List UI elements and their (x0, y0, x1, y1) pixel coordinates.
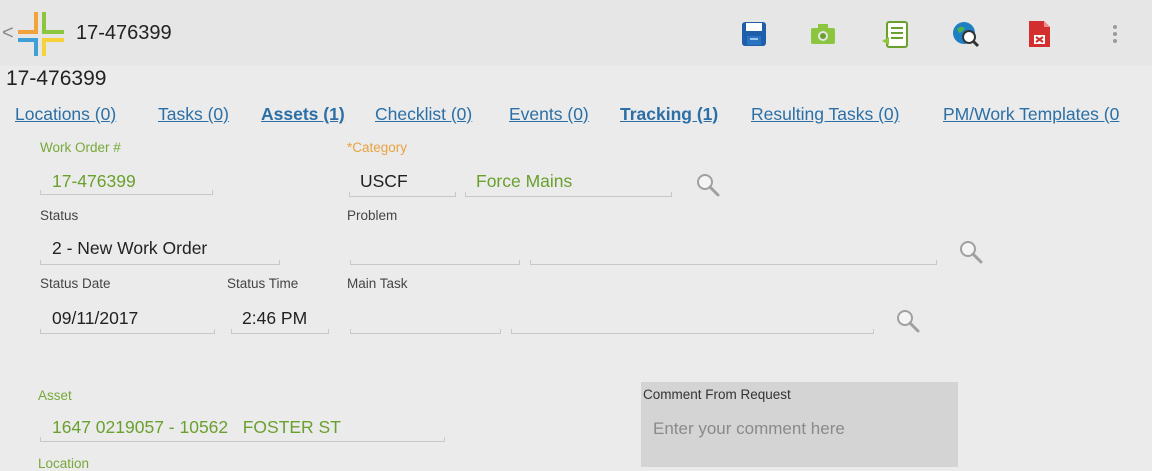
status-date-field[interactable]: 09/11/2017 (52, 308, 138, 329)
tab-tasks[interactable]: Tasks (0) (158, 104, 229, 125)
status-date-label: Status Date (40, 276, 111, 291)
main-task-desc-underline (511, 329, 874, 334)
category-search-icon[interactable] (694, 171, 722, 199)
main-task-code-underline (350, 329, 501, 334)
overflow-menu-icon[interactable] (1108, 22, 1122, 48)
category-label: *Category (347, 140, 408, 155)
category-code-field[interactable]: USCF (360, 171, 408, 192)
main-task-search-icon[interactable] (894, 307, 922, 335)
tab-tracking[interactable]: Tracking (1) (620, 104, 718, 125)
tab-assets[interactable]: Assets (1) (261, 104, 345, 125)
problem-search-icon[interactable] (957, 238, 985, 266)
camera-icon[interactable] (808, 19, 838, 49)
app-logo-icon[interactable] (14, 8, 68, 58)
category-code-underline (349, 192, 456, 197)
page-title: 17-476399 (6, 67, 107, 90)
status-time-label: Status Time (227, 276, 299, 291)
back-chevron-icon[interactable]: < (2, 22, 14, 45)
work-order-underline (40, 190, 213, 195)
status-field[interactable]: 2 - New Work Order (52, 238, 207, 259)
problem-desc-underline (530, 260, 937, 265)
app-bar: < 17-476399 (0, 0, 1152, 66)
tab-checklist[interactable]: Checklist (0) (375, 104, 472, 125)
asset-underline (40, 437, 445, 442)
tab-resulting-tasks[interactable]: Resulting Tasks (0) (751, 104, 900, 125)
status-underline (40, 260, 280, 265)
work-order-label: Work Order # (40, 140, 121, 155)
category-desc-field[interactable]: Force Mains (476, 171, 572, 192)
main-task-label: Main Task (347, 276, 408, 291)
tab-pm-work-templates[interactable]: PM/Work Templates (0 (943, 104, 1119, 125)
comment-label: Comment From Request (643, 387, 791, 402)
status-label: Status (40, 208, 79, 223)
save-icon[interactable] (739, 19, 769, 49)
tab-bar: Locations (0) Tasks (0) Assets (1) Check… (0, 104, 1152, 130)
asset-label: Asset (38, 388, 72, 403)
status-time-field[interactable]: 2:46 PM (242, 308, 307, 329)
status-time-underline (231, 329, 329, 334)
tab-events[interactable]: Events (0) (509, 104, 589, 125)
comment-input[interactable] (653, 416, 943, 442)
document-icon[interactable] (880, 19, 910, 49)
asset-field[interactable]: 1647 0219057 - 10562 FOSTER ST (52, 417, 341, 438)
location-label: Location (38, 456, 90, 471)
category-desc-underline (465, 192, 672, 197)
work-order-field[interactable]: 17-476399 (52, 171, 136, 192)
appbar-title: 17-476399 (76, 22, 172, 44)
problem-label: Problem (347, 208, 398, 223)
tab-locations[interactable]: Locations (0) (15, 104, 116, 125)
problem-code-underline (350, 260, 520, 265)
status-date-underline (40, 329, 215, 334)
comment-box: Comment From Request (641, 382, 958, 467)
globe-search-icon[interactable] (951, 19, 981, 49)
pdf-close-icon[interactable] (1024, 19, 1054, 49)
